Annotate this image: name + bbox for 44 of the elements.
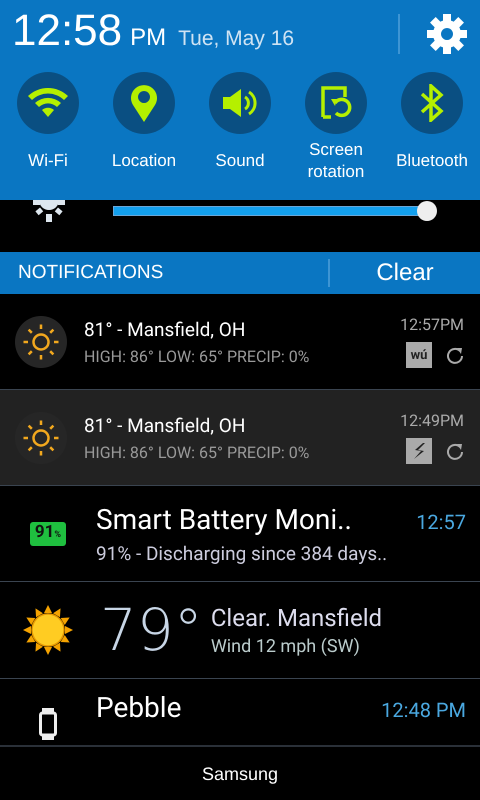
quick-toggle[interactable]: Bluetooth <box>384 72 480 184</box>
quick-toggle[interactable]: Location <box>96 72 192 184</box>
screen-rotation-icon <box>319 85 353 121</box>
source-badge: wú <box>406 342 432 368</box>
wind-text: Wind 12 mph (SW) <box>210 636 361 656</box>
weather-condition: Clear. Mansfield <box>210 604 382 632</box>
location-pin-icon <box>129 83 159 123</box>
notifications-heading: NOTIFICATIONS <box>18 262 164 284</box>
bluetooth-icon <box>419 84 445 122</box>
clock-ampm: PM <box>130 24 166 52</box>
watch-icon <box>39 707 57 741</box>
refresh-icon[interactable] <box>446 346 464 364</box>
carrier-label: Samsung <box>202 764 278 785</box>
quick-toggle[interactable]: Wi-Fi <box>0 72 96 184</box>
notification-title: Pebble <box>96 691 182 724</box>
refresh-icon[interactable] <box>446 442 464 460</box>
notification-card[interactable]: Pebble 12:48 PM <box>0 679 480 745</box>
temperature: 79° <box>100 596 203 664</box>
notification-title: 81° - Mansfield, OH <box>84 318 246 340</box>
date-text: Tue, May 16 <box>178 27 294 51</box>
notification-text: HIGH: 86° LOW: 65° PRECIP: 0% <box>84 442 310 462</box>
lightning-badge-icon <box>406 438 432 464</box>
sun-icon <box>23 605 73 655</box>
notification-title: Smart Battery Moni.. <box>96 502 352 536</box>
notification-title: 81° - Mansfield, OH <box>84 414 246 436</box>
speaker-icon <box>221 87 259 119</box>
quick-toggle[interactable]: Sound <box>192 72 288 184</box>
sun-icon <box>22 322 60 360</box>
settings-icon[interactable] <box>426 13 468 55</box>
brightness-icon <box>32 200 66 222</box>
notification-card[interactable]: 81° - Mansfield, OH HIGH: 86° LOW: 65° PRECIP: 0% 12:49PM <box>0 390 480 486</box>
notification-card[interactable]: 91% Smart Battery Moni.. 12:57 91% - Discharging since 384 days.. <box>0 486 480 582</box>
sun-icon <box>22 418 60 456</box>
wifi-icon <box>26 87 70 119</box>
notification-time: 12:49PM <box>400 411 464 430</box>
notification-text: 91% - Discharging since 384 days.. <box>96 542 388 564</box>
notification-time: 12:57 <box>416 510 467 534</box>
notification-time: 12:57PM <box>400 315 464 334</box>
quick-toggle[interactable]: Screen rotation <box>288 72 384 184</box>
notification-time: 12:48 PM <box>381 698 467 722</box>
battery-icon: 91% <box>30 522 66 546</box>
notification-text: HIGH: 86° LOW: 65° PRECIP: 0% <box>84 346 310 366</box>
clear-button[interactable]: Clear <box>330 259 480 287</box>
clock-time: 12:58 <box>12 6 122 56</box>
